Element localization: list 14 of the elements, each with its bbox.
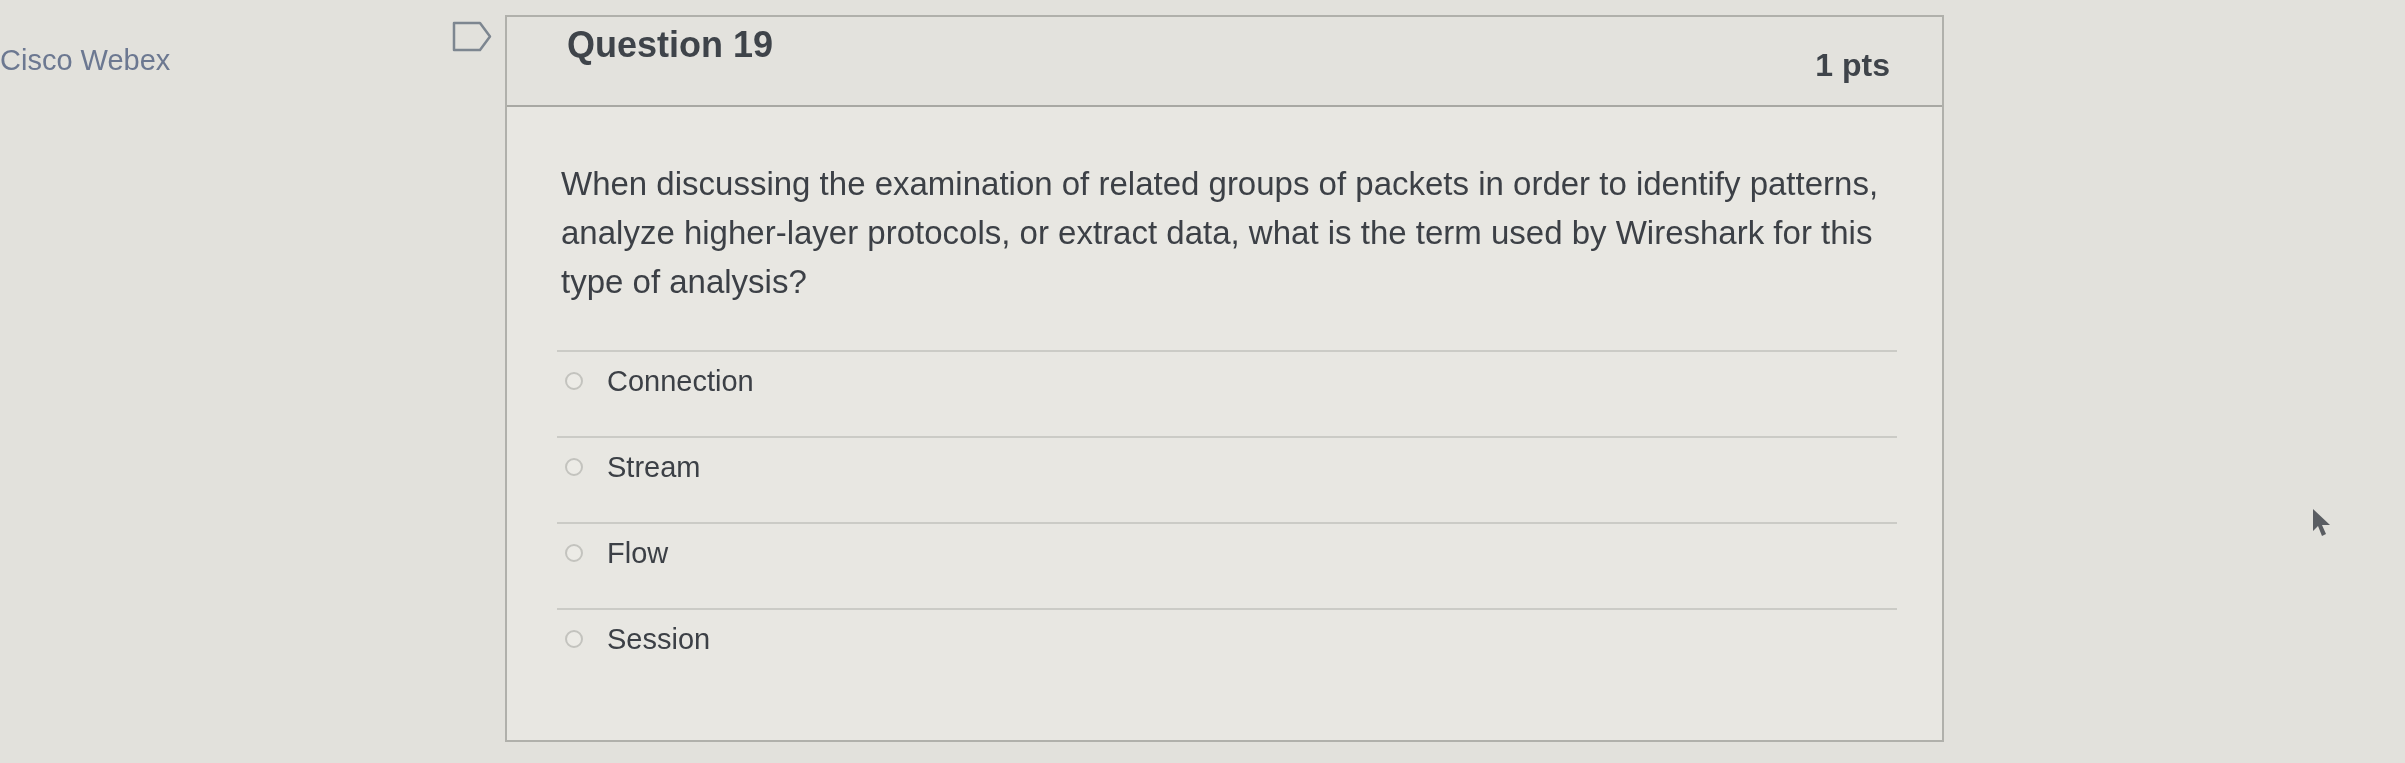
question-text: When discussing the examination of related groups of packets in order to identify patterns, analyze higher-layer protocols, or extract data, what is the term used by Wireshark for this type of analysis? <box>561 164 1880 302</box>
radio-button[interactable] <box>565 372 583 390</box>
points-label: 1 pts <box>1815 47 1890 83</box>
mouse-pointer-icon <box>2312 508 2332 538</box>
answer-label: Stream <box>607 450 701 485</box>
app-label: Cisco Webex <box>0 43 171 78</box>
radio-button[interactable] <box>565 630 583 648</box>
answer-label: Connection <box>607 364 754 399</box>
answer-label: Session <box>607 622 711 657</box>
question-title: Question 19 <box>567 25 774 65</box>
radio-button[interactable] <box>565 544 583 562</box>
answer-label: Flow <box>607 536 669 571</box>
radio-button[interactable] <box>565 458 583 476</box>
tag-icon[interactable] <box>452 21 492 52</box>
